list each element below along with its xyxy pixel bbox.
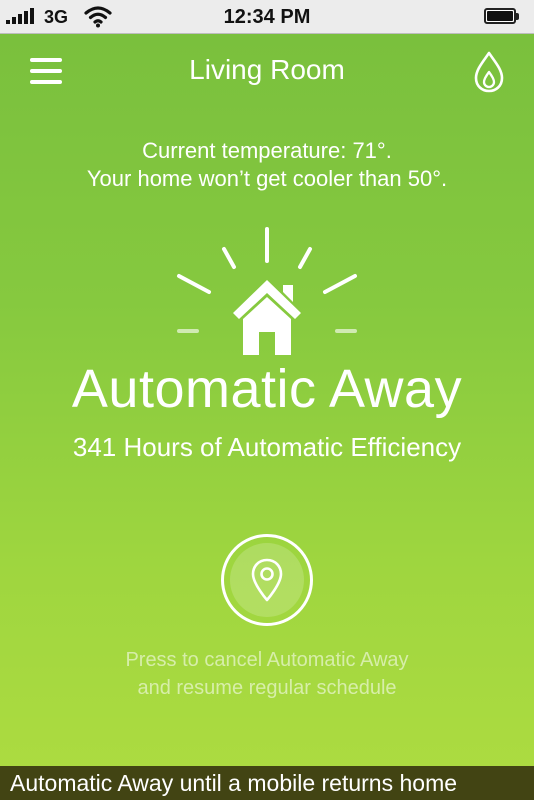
cancel-away-button[interactable] [221,534,313,626]
thermostat-screen: Living Room Current temperature: 71°. Yo… [0,34,534,800]
location-pin-icon [251,558,283,602]
flame-icon[interactable] [472,50,506,94]
mode-title: Automatic Away [71,359,463,419]
page-title: Living Room [189,54,345,85]
house-icon [177,227,357,355]
temperature-limit: Your home won’t get cooler than 50°. [86,166,448,191]
status-time: 12:34 PM [223,6,311,28]
current-temperature: Current temperature: 71°. [142,138,392,163]
efficiency-summary: 341 Hours of Automatic Efficiency [72,432,462,462]
battery-icon [484,8,522,26]
cancel-hint-line-2: and resume regular schedule [137,677,397,699]
status-bar: 3G 12:34 PM [0,0,534,34]
cancel-hint-line-1: Press to cancel Automatic Away [125,649,409,671]
away-status-bar: Automatic Away until a mobile returns ho… [0,766,534,800]
